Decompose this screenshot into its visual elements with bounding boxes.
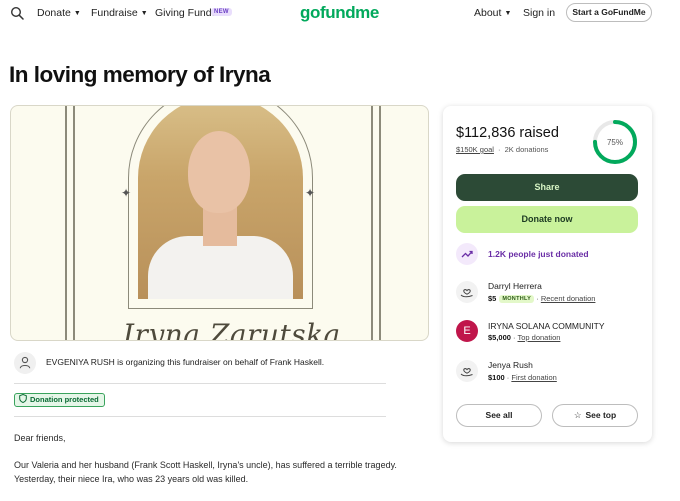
donation-tag-link[interactable]: Top donation — [517, 333, 560, 342]
heart-hand-icon — [456, 281, 478, 303]
donor-name: Jenya Rush — [488, 360, 533, 370]
donation-protected-badge[interactable]: Donation protected — [14, 393, 105, 407]
divider — [14, 383, 386, 384]
frame-line — [371, 106, 373, 340]
trending-up-icon — [456, 243, 478, 265]
portrait-photo — [138, 106, 303, 299]
donor-meta: $5 MONTHLY · Recent donation — [488, 294, 596, 303]
donations-count: 2K donations — [504, 145, 549, 154]
monthly-badge: MONTHLY — [499, 295, 535, 303]
sign-in-link[interactable]: Sign in — [523, 7, 555, 19]
divider — [14, 416, 386, 417]
share-button[interactable]: Share — [456, 174, 638, 201]
see-top-button[interactable]: ☆ See top — [552, 404, 638, 427]
raised-amount: $112,836 raised — [456, 125, 559, 141]
donor-meta: $100 · First donation — [488, 373, 557, 382]
story-greeting: Dear friends, — [14, 433, 66, 443]
chevron-down-icon: ▼ — [504, 10, 512, 17]
goal-link[interactable]: $150K goal — [456, 145, 494, 154]
story-paragraph: Our Valeria and her husband (Frank Scott… — [14, 460, 397, 484]
top-nav: Donate ▼ Fundraise ▼ Giving Funds NEW gofu… — [0, 0, 680, 28]
frame-line — [379, 106, 381, 340]
progress-ring: 75% — [593, 120, 637, 164]
donation-card: $112,836 raised $150K goal · 2K donation… — [443, 106, 652, 442]
page-title: In loving memory of Iryna — [9, 62, 271, 87]
frame-line — [65, 106, 67, 340]
sparkle-icon: ✦ — [121, 186, 132, 200]
portrait-face — [188, 131, 250, 213]
see-all-button[interactable]: See all — [456, 404, 542, 427]
star-icon: ☆ — [573, 410, 582, 420]
search-icon[interactable] — [10, 6, 24, 20]
chevron-down-icon: ▼ — [73, 10, 81, 17]
gofundme-logo[interactable]: gofundme — [300, 3, 379, 23]
nav-fundraise[interactable]: Fundraise ▼ — [91, 7, 148, 19]
organizer-text: EVGENIYA RUSH is organizing this fundrai… — [46, 357, 325, 367]
shield-icon — [19, 394, 27, 403]
new-badge: NEW — [211, 8, 232, 16]
donor-meta: $5,000 · Top donation — [488, 333, 561, 342]
start-gofundme-button[interactable]: Start a GoFundMe — [566, 3, 652, 22]
progress-percent: 75% — [607, 138, 623, 147]
donate-now-button[interactable]: Donate now — [456, 206, 638, 233]
hero-name: Iryna Zarutska — [123, 318, 341, 341]
frame-line — [73, 106, 75, 340]
heart-hand-icon — [456, 360, 478, 382]
people-donated-text: 1.2K people just donated — [488, 249, 589, 259]
hero-image[interactable]: ✦ ✦ Iryna Zarutska — [10, 105, 429, 341]
nav-giving-funds[interactable]: Giving Funds — [155, 7, 217, 19]
nav-about[interactable]: About ▼ — [474, 7, 511, 19]
donor-name: IRYNA SOLANA COMMUNITY — [488, 321, 605, 331]
donor-avatar: E — [456, 320, 478, 342]
donation-tag-link[interactable]: Recent donation — [541, 294, 596, 303]
user-icon — [14, 352, 36, 374]
donation-tag-link[interactable]: First donation — [511, 373, 556, 382]
nav-donate[interactable]: Donate ▼ — [37, 7, 81, 19]
chevron-down-icon: ▼ — [140, 10, 148, 17]
donor-name: Darryl Herrera — [488, 281, 542, 291]
goal-summary: $150K goal · 2K donations — [456, 145, 549, 154]
sparkle-icon: ✦ — [305, 186, 316, 200]
